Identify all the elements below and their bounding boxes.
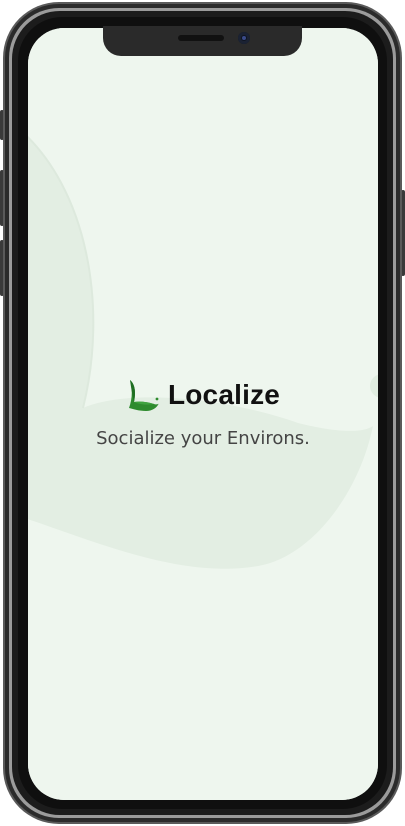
earpiece-speaker-icon xyxy=(178,35,224,41)
app-name: Localize xyxy=(167,379,281,410)
background-leaf-shape xyxy=(28,28,378,800)
splash-screen-mockup: Localize Socialize your Environs. xyxy=(0,0,405,826)
brand-lockup: Localize xyxy=(28,378,378,412)
app-tagline: Socialize your Environs. xyxy=(96,428,310,449)
app-screen: Localize Socialize your Environs. xyxy=(28,28,378,800)
phone-notch xyxy=(103,26,302,56)
front-camera-icon xyxy=(238,32,250,44)
leaf-L-logo-icon xyxy=(128,380,159,411)
